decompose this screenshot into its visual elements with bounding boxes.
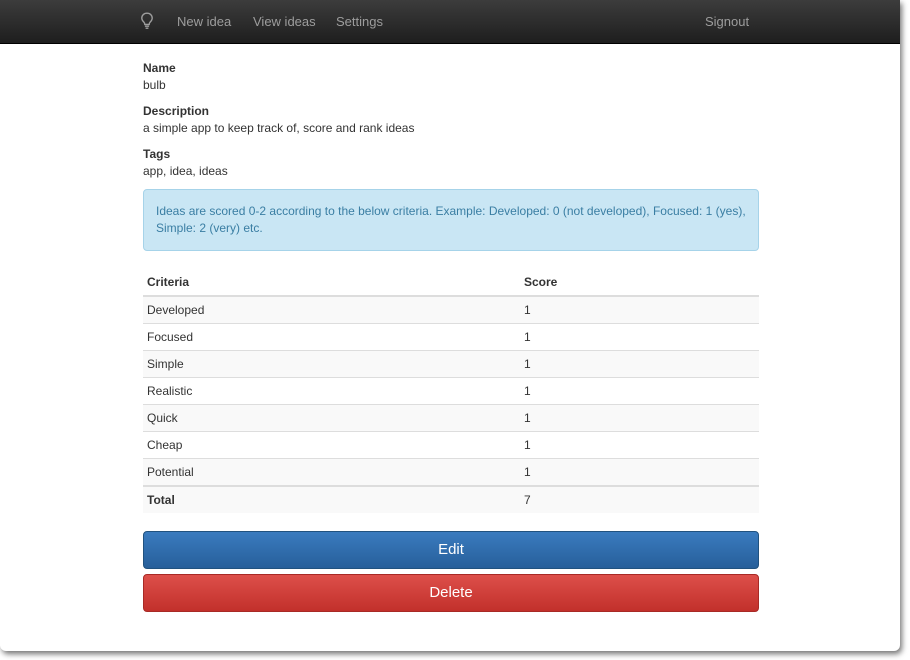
score-header: Score <box>520 269 759 297</box>
score-cell: 1 <box>520 350 759 378</box>
criteria-cell: Realistic <box>143 377 520 405</box>
nav-new-idea[interactable]: New idea <box>177 14 231 29</box>
nav-view-ideas[interactable]: View ideas <box>253 14 316 29</box>
score-cell: 1 <box>520 431 759 459</box>
criteria-cell: Cheap <box>143 431 520 459</box>
edit-button[interactable]: Edit <box>143 531 759 569</box>
idea-details: Name bulb Description a simple app to ke… <box>143 60 759 612</box>
table-row: Realistic 1 <box>143 377 759 405</box>
description-value: a simple app to keep track of, score and… <box>143 121 415 135</box>
score-cell: 1 <box>520 458 759 486</box>
name-label: Name <box>143 61 176 75</box>
table-row: Quick 1 <box>143 404 759 432</box>
description-label: Description <box>143 104 210 118</box>
lightbulb-icon[interactable] <box>140 12 154 30</box>
criteria-cell: Quick <box>143 404 520 432</box>
tags-label: Tags <box>143 147 171 161</box>
table-row: Focused 1 <box>143 323 759 351</box>
criteria-cell: Developed <box>143 295 520 324</box>
nav-settings[interactable]: Settings <box>336 14 383 29</box>
score-cell: 1 <box>520 404 759 432</box>
table-row: Cheap 1 <box>143 431 759 459</box>
criteria-table: Criteria Score Developed 1 Focused 1 Sim… <box>143 269 759 513</box>
info-alert-text: Ideas are scored 0-2 according to the be… <box>156 204 746 235</box>
criteria-cell: Potential <box>143 458 520 486</box>
table-row: Simple 1 <box>143 350 759 378</box>
name-value: bulb <box>143 78 166 92</box>
criteria-header: Criteria <box>143 269 520 297</box>
table-row: Potential 1 <box>143 458 759 486</box>
nav-signout[interactable]: Signout <box>705 14 749 29</box>
top-navbar: New idea View ideas Settings Signout <box>0 0 900 44</box>
score-cell: 1 <box>520 323 759 351</box>
app-window: New idea View ideas Settings Signout Nam… <box>0 0 900 651</box>
tags-value: app, idea, ideas <box>143 164 228 178</box>
table-row: Developed 1 <box>143 295 759 324</box>
criteria-cell: Focused <box>143 323 520 351</box>
delete-button[interactable]: Delete <box>143 574 759 612</box>
table-header-row: Criteria Score <box>143 269 759 297</box>
score-cell: 1 <box>520 377 759 405</box>
total-row: Total 7 <box>143 485 759 513</box>
criteria-cell: Simple <box>143 350 520 378</box>
info-alert: Ideas are scored 0-2 according to the be… <box>143 189 759 251</box>
total-score: 7 <box>520 485 759 513</box>
score-cell: 1 <box>520 295 759 324</box>
total-label: Total <box>143 485 520 513</box>
